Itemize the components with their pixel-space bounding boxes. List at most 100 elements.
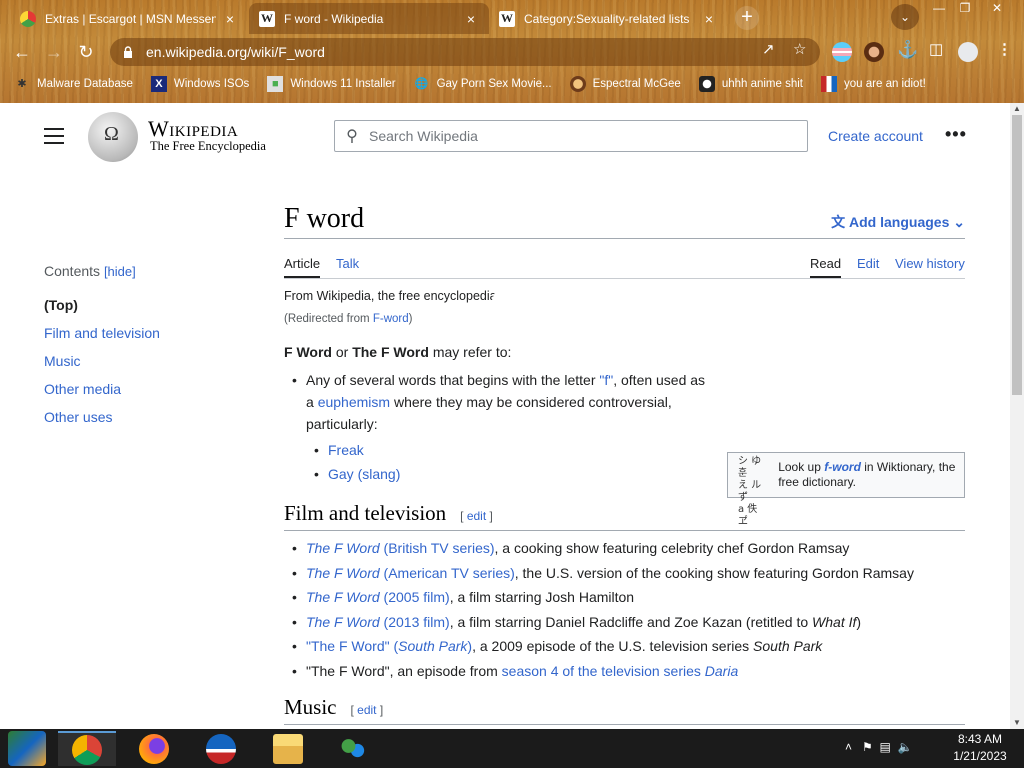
tab-title: F word - Wikipedia <box>284 11 384 26</box>
share-icon[interactable]: ↗ <box>762 40 775 58</box>
item-link[interactable]: The F Word <box>306 589 380 605</box>
f-link[interactable]: "f" <box>599 372 613 388</box>
menu-kebab-icon[interactable]: ⋮ <box>997 40 1012 58</box>
list-item: Freak <box>306 439 714 461</box>
scroll-up-icon[interactable]: ▲ <box>1010 103 1024 115</box>
bookmark-windows-isos[interactable]: X Windows ISOs <box>150 76 250 92</box>
section-heading-film: Film and television [ edit ] <box>284 501 965 531</box>
gay-slang-link[interactable]: Gay (slang) <box>328 466 400 482</box>
toc-item-film-and-television[interactable]: Film and television <box>44 325 244 341</box>
edit-section-link[interactable]: [ edit ] <box>460 509 493 523</box>
bookmark-label: Espectral McGee <box>592 78 681 90</box>
toc-hide-link[interactable]: [hide] <box>104 264 136 279</box>
scrollbar-thumb[interactable] <box>1012 115 1022 395</box>
freak-link[interactable]: Freak <box>328 442 364 458</box>
taskbar-msn-messenger[interactable] <box>324 731 382 766</box>
tab-f-word[interactable]: W F word - Wikipedia × <box>249 3 489 34</box>
action-center-flag-icon[interactable]: ⚑ <box>862 740 873 754</box>
close-icon[interactable]: × <box>701 11 717 27</box>
network-icon[interactable]: ▤ <box>879 740 890 754</box>
address-bar[interactable]: en.wikipedia.org/wiki/F_word <box>110 38 820 66</box>
close-icon[interactable]: × <box>463 11 479 27</box>
taskbar-obama-logo[interactable] <box>192 731 250 766</box>
create-account-link[interactable]: Create account <box>828 128 923 144</box>
item-link[interactable]: The F Word <box>306 565 380 581</box>
tab-search-chevron-icon[interactable]: ⌄ <box>891 4 919 30</box>
chevron-down-icon: ⌄ <box>953 214 965 230</box>
tab-article[interactable]: Article <box>284 256 321 278</box>
toc-item-top[interactable]: (Top) <box>44 297 244 313</box>
item-link[interactable]: Daria <box>705 663 738 679</box>
euphemism-link[interactable]: euphemism <box>318 394 390 410</box>
edit-label[interactable]: edit <box>467 509 486 523</box>
restore-icon[interactable]: ❐ <box>952 0 978 18</box>
bookmark-windows-11-installer[interactable]: ■ Windows 11 Installer <box>267 76 396 92</box>
toc-item-other-media[interactable]: Other media <box>44 381 244 397</box>
redirect-link[interactable]: F-word <box>373 313 409 325</box>
extension-avatar-icon[interactable] <box>864 42 884 62</box>
item-link[interactable]: (British TV series) <box>380 540 495 556</box>
search-box[interactable]: ⚲ <box>334 120 808 152</box>
bookmark-malware-database[interactable]: ✱ Malware Database <box>14 76 133 92</box>
add-languages-button[interactable]: 文 Add languages ⌄ <box>831 212 965 232</box>
item-link[interactable]: "The F Word" ( <box>306 638 398 654</box>
tab-category[interactable]: W Category:Sexuality-related lists × <box>489 3 727 34</box>
extensions-puzzle-icon[interactable]: ⚓ <box>897 40 918 60</box>
bookmark-uhhh-anime[interactable]: uhhh anime shit <box>698 76 804 92</box>
bug-icon: ✱ <box>17 78 27 90</box>
bookmark-label: uhhh anime shit <box>721 78 804 90</box>
forward-arrow-icon[interactable]: → <box>42 40 66 64</box>
edit-section-link[interactable]: [ edit ] <box>351 703 384 717</box>
tab-strip: Extras | Escargot | MSN Messen × W F wor… <box>0 0 1024 34</box>
volume-icon[interactable]: 🔈 <box>897 740 912 754</box>
item-link[interactable]: The F Word <box>306 540 380 556</box>
item-link[interactable]: (American TV series) <box>380 565 515 581</box>
bookmark-gay-porn-sex-movie[interactable]: 🌐 Gay Porn Sex Movie... <box>414 76 552 92</box>
taskbar-firefox[interactable] <box>125 731 183 766</box>
side-panel-icon[interactable]: ◫ <box>929 40 943 58</box>
section-title: Music <box>284 695 337 719</box>
item-link[interactable]: South Park <box>398 638 467 654</box>
lead-list: Any of several words that begins with th… <box>284 369 714 485</box>
scroll-down-icon[interactable]: ▼ <box>1010 717 1024 729</box>
new-tab-button[interactable]: + <box>735 6 759 30</box>
chrome-icon <box>72 734 102 765</box>
wiktionary-link[interactable]: f-word <box>824 460 861 474</box>
bookmark-espectral-mcgee[interactable]: Espectral McGee <box>569 76 681 92</box>
minimize-icon[interactable]: — <box>926 0 952 18</box>
search-input[interactable] <box>369 128 789 144</box>
window-close-icon[interactable]: ✕ <box>984 0 1010 18</box>
item-link[interactable]: season 4 of the television series <box>502 663 705 679</box>
system-clock[interactable]: 8:43 AM 1/21/2023 <box>940 731 1020 765</box>
wiktionary-box: シ ゆ 훈え ル ずa 佚 ヹ Look up f-word in Wiktio… <box>727 452 965 527</box>
close-icon[interactable]: × <box>222 11 238 27</box>
tab-view-history[interactable]: View history <box>895 256 965 271</box>
messenger-buddies-icon <box>338 733 368 764</box>
start-button[interactable] <box>8 731 46 766</box>
profile-icon[interactable] <box>958 42 978 62</box>
section-heading-music: Music [ edit ] <box>284 695 965 725</box>
item-link[interactable]: (2005 film) <box>380 589 450 605</box>
back-arrow-icon[interactable]: ← <box>10 40 34 64</box>
more-options-icon[interactable]: ••• <box>945 124 967 145</box>
edit-label[interactable]: edit <box>357 703 376 717</box>
extension-flag-icon[interactable] <box>832 42 852 62</box>
wikipedia-favicon-icon: W <box>499 10 515 27</box>
toc-item-other-uses[interactable]: Other uses <box>44 409 244 425</box>
main-menu-icon[interactable] <box>44 128 64 144</box>
bookmark-label: Windows ISOs <box>173 78 250 90</box>
tab-escargot[interactable]: Extras | Escargot | MSN Messen × <box>10 3 248 34</box>
item-link[interactable]: The F Word <box>306 614 380 630</box>
bookmark-star-icon[interactable]: ☆ <box>793 40 806 58</box>
item-link[interactable]: (2013 film) <box>380 614 450 630</box>
bookmark-you-are-an-idiot[interactable]: you are an idiot! <box>821 76 926 92</box>
taskbar-file-explorer[interactable] <box>259 731 317 766</box>
tab-talk[interactable]: Talk <box>336 256 359 271</box>
tray-overflow-icon[interactable]: ˄ <box>845 740 852 754</box>
tab-edit[interactable]: Edit <box>857 256 879 271</box>
reload-icon[interactable]: ↻ <box>74 40 98 64</box>
taskbar-chrome[interactable] <box>58 731 116 766</box>
vertical-scrollbar[interactable]: ▲ ▼ <box>1010 103 1024 729</box>
toc-item-music[interactable]: Music <box>44 353 244 369</box>
tab-read[interactable]: Read <box>810 256 842 278</box>
